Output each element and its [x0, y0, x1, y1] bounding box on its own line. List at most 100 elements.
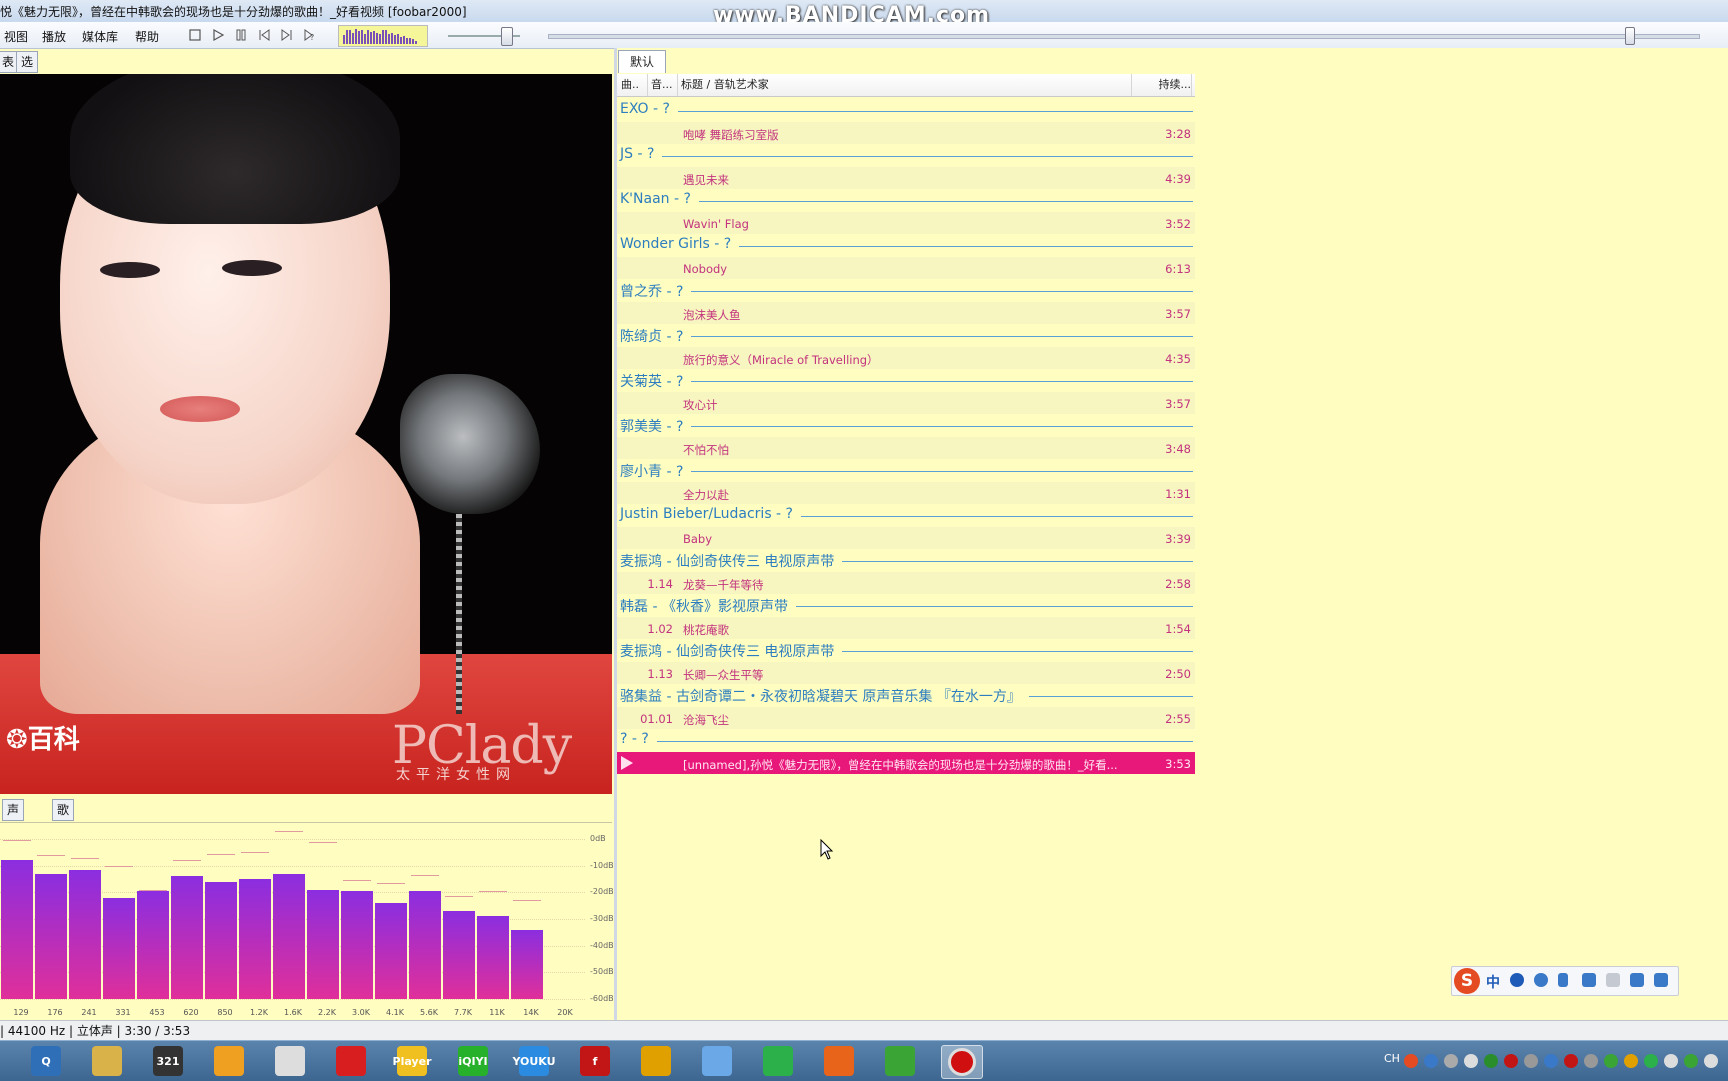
file-explorer-app[interactable] — [87, 1045, 127, 1077]
track-row-now-playing[interactable]: [unnamed],孙悦《魅力无限》，曾经在中韩歌会的现场也是十分劲爆的歌曲！_… — [617, 751, 1195, 774]
play-app[interactable] — [758, 1045, 798, 1077]
spectrum-bar — [69, 869, 101, 999]
potplayer-app[interactable]: Player — [392, 1045, 432, 1077]
keyboard-icon[interactable] — [1582, 973, 1596, 987]
ime-toolbar[interactable]: S 中 — [1451, 966, 1679, 996]
youku-app[interactable]: YOUKU — [512, 1045, 556, 1077]
tray-icon[interactable] — [1584, 1054, 1598, 1068]
group-header-row[interactable]: 韩磊 - 《秋香》影视原声带 — [617, 594, 1195, 617]
user-icon[interactable] — [1606, 973, 1620, 987]
bird-icon — [702, 1046, 732, 1076]
tray-icon[interactable] — [1504, 1054, 1518, 1068]
foobar-headphones-app[interactable] — [209, 1045, 249, 1077]
iqiyi-app[interactable]: iQIYI — [453, 1045, 493, 1077]
track-row[interactable]: Wavin' Flag 3:52 — [617, 211, 1195, 234]
track-row[interactable]: Nobody 6:13 — [617, 256, 1195, 279]
menu-playback[interactable]: 播放 — [42, 28, 66, 45]
tab-selection-properties[interactable]: 选择项属性 — [16, 51, 39, 149]
track-row[interactable]: 咆哮 舞蹈练习室版 3:28 — [617, 121, 1195, 144]
netease-music-app[interactable] — [331, 1045, 371, 1077]
group-header-row[interactable]: 骆集益 - 古剑奇谭二・永夜初晗凝碧天 原声音乐集 『在水一方』 — [617, 684, 1195, 707]
seek-bar[interactable] — [548, 34, 1700, 39]
group-header-row[interactable]: EXO - ? — [617, 99, 1195, 122]
menu-view[interactable]: 视图 — [4, 28, 28, 45]
track-row[interactable]: 1.14 龙葵—千年等待 2:58 — [617, 571, 1195, 594]
group-header-row[interactable]: 关菊英 - ? — [617, 369, 1195, 392]
chrome-app[interactable] — [636, 1045, 676, 1077]
tray-icon[interactable] — [1524, 1054, 1538, 1068]
next-icon[interactable] — [278, 26, 296, 44]
tray-language[interactable]: CH — [1384, 1052, 1400, 1065]
tab-default-playlist[interactable]: 默认 — [618, 50, 666, 73]
tray-icon[interactable] — [1484, 1054, 1498, 1068]
alien-app[interactable] — [270, 1045, 310, 1077]
group-title: EXO - ? — [620, 101, 678, 117]
tray-icon[interactable] — [1424, 1054, 1438, 1068]
tray-icon[interactable] — [1664, 1054, 1678, 1068]
previous-icon[interactable] — [255, 26, 273, 44]
seek-bar-thumb[interactable] — [1625, 27, 1635, 45]
track-duration: 2:58 — [1165, 576, 1191, 591]
tray-icon[interactable] — [1404, 1054, 1418, 1068]
punctuation-icon[interactable] — [1510, 973, 1524, 987]
group-header-row[interactable]: 麦振鸿 - 仙剑奇侠传三 电视原声带 — [617, 549, 1195, 572]
pause-icon[interactable] — [232, 26, 250, 44]
column-title-artist[interactable]: 标题 / 音轨艺术家 — [677, 74, 1132, 96]
flash-app[interactable]: f — [575, 1045, 615, 1077]
skin-icon[interactable] — [1630, 973, 1644, 987]
column-track-no[interactable]: 曲.. — [617, 74, 648, 96]
group-title: 麦振鸿 - 仙剑奇侠传三 电视原声带 — [620, 551, 843, 571]
track-row[interactable]: 不怕不怕 3:48 — [617, 436, 1195, 459]
track-row[interactable]: 旅行的意义（Miracle of Travelling） 4:35 — [617, 346, 1195, 369]
bandicam-app[interactable] — [941, 1045, 983, 1079]
track-row[interactable]: 1.02 桃花庵歌 1:54 — [617, 616, 1195, 639]
track-row[interactable]: 1.13 长卿—众生平等 2:50 — [617, 661, 1195, 684]
tray-icon[interactable] — [1624, 1054, 1638, 1068]
group-header-row[interactable]: ? - ? — [617, 729, 1195, 752]
group-header-row[interactable]: 麦振鸿 - 仙剑奇侠传三 电视原声带 — [617, 639, 1195, 662]
random-icon[interactable]: ? — [301, 26, 319, 44]
track-row[interactable]: 全力以赴 1:31 — [617, 481, 1195, 504]
group-header-row[interactable]: 陈绮贞 - ? — [617, 324, 1195, 347]
column-disc[interactable]: 音... — [647, 74, 678, 96]
stop-icon[interactable] — [186, 26, 204, 44]
track-row[interactable]: 攻心计 3:57 — [617, 391, 1195, 414]
toolbox-icon[interactable] — [1654, 973, 1668, 987]
group-header-row[interactable]: Wonder Girls - ? — [617, 234, 1195, 257]
menu-library[interactable]: 媒体库 — [82, 28, 118, 45]
group-header-row[interactable]: 曾之乔 - ? — [617, 279, 1195, 302]
search-app[interactable]: Q — [26, 1045, 66, 1077]
firefox-app[interactable] — [819, 1045, 859, 1077]
group-header-row[interactable]: 廖小青 - ? — [617, 459, 1195, 482]
menu-help[interactable]: 帮助 — [135, 28, 159, 45]
tab-lyrics[interactable]: 歌词 — [52, 799, 75, 837]
track-row[interactable]: 遇见未来 4:39 — [617, 166, 1195, 189]
spectrum-peak — [139, 889, 167, 891]
green-sync-app[interactable] — [880, 1045, 920, 1077]
track-row[interactable]: 01.01 沧海飞尘 2:55 — [617, 706, 1195, 729]
bird-app[interactable] — [697, 1045, 737, 1077]
emoji-icon[interactable] — [1534, 973, 1548, 987]
tab-volume-meter[interactable]: 声量计 — [2, 799, 25, 857]
tray-icon[interactable] — [1444, 1054, 1458, 1068]
column-duration[interactable]: 持续... — [1131, 74, 1192, 96]
tray-icon[interactable] — [1644, 1054, 1658, 1068]
play-icon[interactable] — [209, 26, 227, 44]
ime-mode[interactable]: 中 — [1486, 972, 1500, 992]
microphone-icon[interactable] — [1558, 973, 1568, 987]
tray-icon[interactable] — [1464, 1054, 1478, 1068]
group-header-row[interactable]: Justin Bieber/Ludacris - ? — [617, 504, 1195, 527]
tray-icon[interactable] — [1704, 1054, 1718, 1068]
svg-text:?: ? — [310, 33, 314, 41]
tray-icon[interactable] — [1684, 1054, 1698, 1068]
group-header-row[interactable]: K'Naan - ? — [617, 189, 1195, 212]
group-header-row[interactable]: 郭美美 - ? — [617, 414, 1195, 437]
tray-icon[interactable] — [1604, 1054, 1618, 1068]
tray-icon[interactable] — [1544, 1054, 1558, 1068]
track-row[interactable]: Baby 3:39 — [617, 526, 1195, 549]
media-player-classic-app[interactable]: 321 — [148, 1045, 188, 1077]
volume-slider-thumb[interactable] — [500, 27, 513, 46]
tray-icon[interactable] — [1564, 1054, 1578, 1068]
group-header-row[interactable]: JS - ? — [617, 144, 1195, 167]
track-row[interactable]: 泡沫美人鱼 3:57 — [617, 301, 1195, 324]
